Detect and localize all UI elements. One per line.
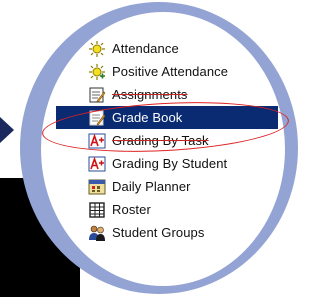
menu-item-label: Assignments (112, 87, 188, 102)
menu-item-label: Roster (112, 202, 151, 217)
planner-icon (88, 178, 106, 196)
notepad-pencil-icon (88, 86, 106, 104)
grade-a-plus-icon (88, 132, 106, 150)
sun-plus-icon (88, 63, 106, 81)
menu-item-roster[interactable]: Roster (88, 198, 278, 221)
menu-item-label: Attendance (112, 41, 179, 56)
menu-item-grade-book[interactable]: Grade Book (56, 106, 278, 129)
menu-item-label: Student Groups (112, 225, 205, 240)
menu-item-grading-by-student[interactable]: Grading By Student (88, 152, 278, 175)
menu-item-assignments[interactable]: Assignments (88, 83, 278, 106)
menu-item-attendance[interactable]: Attendance (88, 37, 278, 60)
roster-grid-icon (88, 201, 106, 219)
menu-item-label: Grading By Student (112, 156, 228, 171)
sun-icon (88, 40, 106, 58)
grade-a-plus-icon (88, 155, 106, 173)
menu-item-label: Grade Book (112, 110, 183, 125)
instruction-menu: Attendance Positive Attendance Assignmen… (56, 37, 278, 244)
menu-item-student-groups[interactable]: Student Groups (88, 221, 278, 244)
menu-item-positive-attendance[interactable]: Positive Attendance (88, 60, 278, 83)
menu-item-label: Grading By Task (112, 133, 209, 148)
pointer-arrow-icon (0, 104, 16, 156)
menu-item-label: Daily Planner (112, 179, 191, 194)
menu-item-grading-by-task[interactable]: Grading By Task (88, 129, 278, 152)
menu-item-daily-planner[interactable]: Daily Planner (88, 175, 278, 198)
menu-item-label: Positive Attendance (112, 64, 229, 79)
student-groups-icon (88, 224, 106, 242)
gradebook-icon (88, 109, 106, 127)
